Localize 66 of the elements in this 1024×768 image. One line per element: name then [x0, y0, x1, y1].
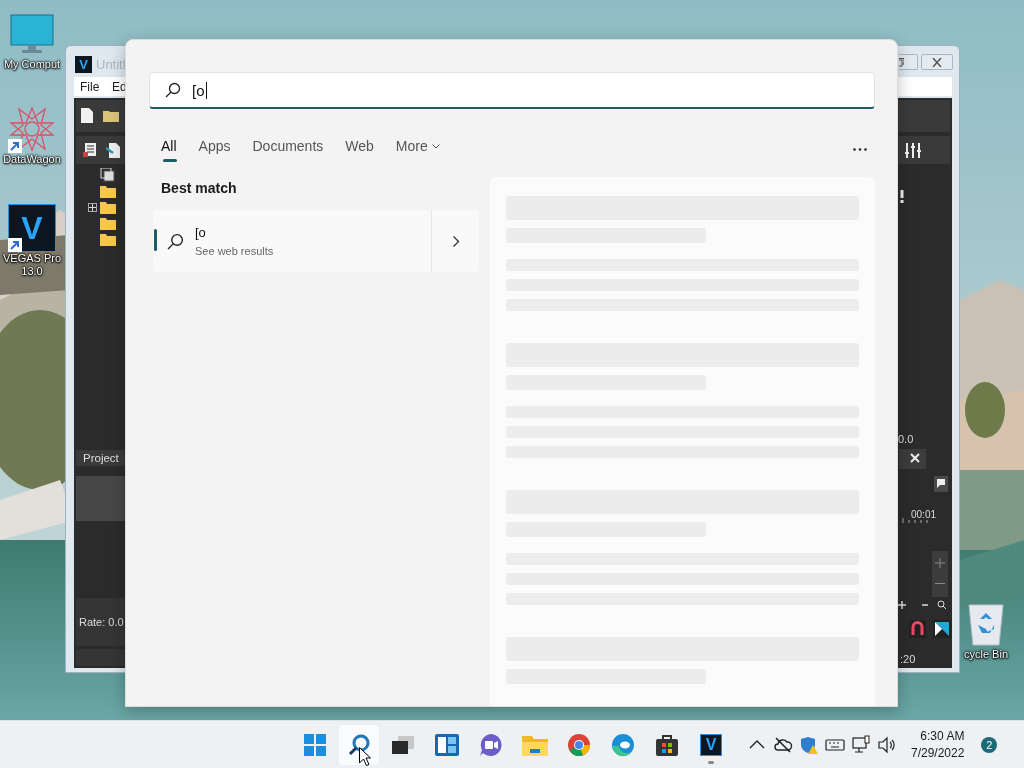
browser-icon — [567, 732, 591, 757]
dropdown-tab[interactable]: More — [395, 136, 440, 162]
zoom-slider-track — [932, 551, 948, 597]
search-field[interactable]: [o — [149, 72, 875, 109]
expand-icon[interactable] — [88, 202, 97, 212]
shield-icon[interactable] — [799, 734, 819, 755]
tab[interactable]: Documents — [252, 136, 324, 162]
search-result[interactable]: [o See web results — [153, 210, 479, 272]
close-button[interactable] — [921, 54, 953, 70]
browser-icon — [611, 732, 635, 757]
properties-icon[interactable] — [83, 143, 97, 157]
volume-icon[interactable] — [877, 734, 897, 755]
taskbar-button[interactable]: V — [691, 724, 731, 765]
search-icon — [347, 732, 371, 757]
restore-button[interactable] — [899, 54, 918, 70]
mixer-icon[interactable] — [904, 143, 922, 158]
chevron-down-icon — [431, 143, 440, 149]
chat-icon — [479, 732, 503, 757]
app-logo-icon: V — [8, 204, 56, 252]
envelope-tool-icon[interactable] — [933, 620, 951, 638]
new-file-icon[interactable] — [81, 108, 93, 123]
widgets-icon — [435, 733, 459, 756]
panel-tab[interactable]: Project — [76, 450, 125, 466]
warning-mark-icon — [900, 190, 904, 203]
close-icon[interactable] — [910, 453, 920, 463]
folder-icon — [522, 733, 548, 756]
pane-header — [899, 449, 926, 469]
shopping-bag-icon — [655, 732, 679, 757]
tab[interactable]: Web — [345, 136, 374, 162]
task-view-icon — [392, 735, 414, 754]
mouse-cursor-icon — [359, 747, 371, 766]
app-logo-icon: V — [75, 56, 92, 73]
folder-icon[interactable] — [103, 110, 119, 122]
flag-icon[interactable] — [934, 476, 948, 492]
result-title: [o — [195, 225, 207, 240]
time-readout: :20 — [900, 653, 916, 665]
restore-icon — [899, 57, 904, 67]
result-subtitle: See web results — [195, 245, 274, 257]
network-icon[interactable] — [851, 734, 871, 755]
zoom-in-icon[interactable] — [935, 558, 945, 568]
clock[interactable]: 6:30 AM 7/29/2022 — [911, 729, 965, 760]
preview-area — [76, 476, 126, 521]
tab[interactable]: Apps — [198, 136, 231, 162]
windows-logo-icon — [304, 733, 326, 756]
menu-item[interactable]: File — [80, 80, 100, 94]
section-heading: Best match — [161, 180, 238, 196]
close-icon — [932, 57, 942, 67]
zoom-out-icon[interactable] — [935, 582, 945, 585]
rate-label: Rate: 0.0 — [79, 616, 124, 628]
search-icon — [167, 232, 184, 250]
star-pattern-icon — [9, 106, 55, 152]
ruler-time: 00:01 — [911, 509, 937, 520]
zoom-controls-icon[interactable] — [898, 600, 948, 610]
search-icon — [165, 82, 181, 98]
chevron-right-icon[interactable] — [452, 235, 459, 247]
app-logo-icon: V — [700, 733, 722, 756]
tab[interactable]: All — [161, 136, 177, 162]
cloud-off-icon[interactable] — [773, 734, 793, 755]
import-icon[interactable] — [106, 143, 120, 158]
more-options-icon[interactable] — [853, 147, 867, 151]
media-stack-icon[interactable] — [100, 168, 116, 182]
magnet-icon[interactable] — [909, 620, 926, 638]
meter-reading: 0.0 — [898, 433, 914, 445]
notification-badge[interactable]: 2 — [981, 736, 998, 753]
recycle-bin-icon — [966, 601, 1006, 647]
monitor-icon — [10, 14, 54, 54]
